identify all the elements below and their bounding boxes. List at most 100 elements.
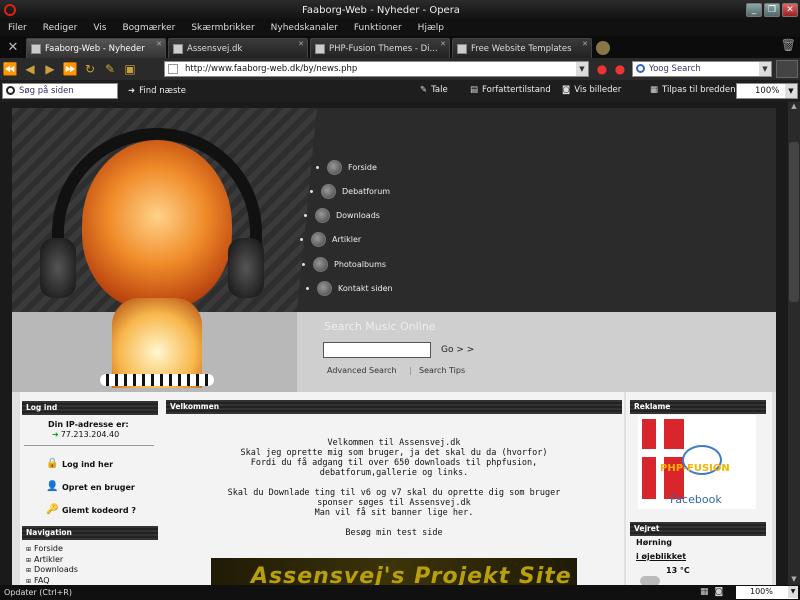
tab-templates[interactable]: Free Website Templates ✕ xyxy=(452,38,592,58)
page-icon xyxy=(31,43,41,54)
menu-file[interactable]: Filer xyxy=(0,23,35,33)
address-dropdown-icon[interactable]: ▼ xyxy=(576,62,588,76)
document-icon: ▤ xyxy=(470,85,479,95)
head-shape xyxy=(82,140,232,310)
nav-link[interactable]: Downloads xyxy=(26,565,78,576)
ip-address: 77.213.204.40 xyxy=(60,430,120,439)
close-button[interactable]: ✕ xyxy=(782,3,798,17)
zoom-view-icon[interactable] xyxy=(776,60,798,78)
menu-widgets[interactable]: Skærmbrikker xyxy=(183,23,262,33)
menu-help[interactable]: Hjælp xyxy=(410,23,452,33)
search-field[interactable]: Yoog Search ▼ xyxy=(632,61,772,77)
back-icon[interactable]: ◀ xyxy=(20,60,40,78)
login-link-label: Log ind her xyxy=(62,459,114,469)
search-dropdown-icon[interactable]: ▼ xyxy=(759,62,771,76)
edit-icon[interactable]: ✎ xyxy=(100,60,120,78)
register-link[interactable]: 👤 Opret en bruger xyxy=(46,481,135,493)
tab-assensvej[interactable]: Assensvej.dk ✕ xyxy=(168,38,308,58)
nav-ball-icon xyxy=(327,160,342,175)
vertical-scrollbar[interactable]: ▲ ▼ xyxy=(788,102,800,585)
music-search-input[interactable] xyxy=(323,342,431,358)
nav-link[interactable]: Forside xyxy=(26,544,78,555)
site-nav-forside[interactable]: Forside xyxy=(316,160,377,175)
weather-panel-header: Vejret xyxy=(630,522,766,536)
opera-link-icon[interactable]: ● xyxy=(592,60,612,78)
fit-width-button[interactable]: ▦ Tilpas til bredden xyxy=(650,85,736,95)
nav-ball-icon xyxy=(321,184,336,199)
new-tab-button[interactable] xyxy=(596,41,610,55)
separator: | xyxy=(409,366,412,375)
forgot-link-label: Glemt kodeord ? xyxy=(62,505,137,515)
tab-close-icon[interactable]: ✕ xyxy=(440,40,446,48)
rewind-icon[interactable]: ⏪ xyxy=(0,60,20,78)
site-nav-artikler[interactable]: Artikler xyxy=(300,232,361,247)
site-nav-kontakt[interactable]: Kontakt siden xyxy=(306,281,393,296)
trash-icon[interactable]: 🗑 xyxy=(781,38,796,52)
search-tips-link[interactable]: Search Tips xyxy=(419,366,465,375)
tab-close-icon[interactable]: ✕ xyxy=(156,40,162,48)
nav-link[interactable]: Artikler xyxy=(26,555,78,566)
find-in-page-field[interactable]: Søg på siden xyxy=(2,83,118,99)
weather-now-link[interactable]: i øjeblikket xyxy=(636,552,686,561)
project-site-banner[interactable]: Assensvej's Projekt Site xyxy=(211,558,577,585)
show-images-button[interactable]: ◙ Vis billeder xyxy=(562,85,621,95)
title-bar: Faaborg-Web - Nyheder - Opera _ ❐ ✕ xyxy=(0,0,800,20)
forward-icon[interactable]: ▶ xyxy=(40,60,60,78)
scroll-thumb[interactable] xyxy=(789,142,799,302)
zoom-dropdown-icon[interactable]: ▼ xyxy=(785,84,797,98)
maximize-button[interactable]: ❐ xyxy=(764,3,780,17)
minimize-button[interactable]: _ xyxy=(746,3,762,17)
fast-forward-icon[interactable]: ⏩ xyxy=(60,60,80,78)
site-nav-debatforum[interactable]: Debatforum xyxy=(310,184,390,199)
welcome-line: Man vil få sit banner lige her. xyxy=(314,508,474,518)
test-site-link[interactable]: Besøg min test side xyxy=(166,528,622,538)
lock-icon: 🔒 xyxy=(46,458,59,469)
author-mode-button[interactable]: ▤ Forfattertilstand xyxy=(470,85,551,95)
nav-link[interactable]: FAQ xyxy=(26,576,78,586)
menu-feeds[interactable]: Nyhedskanaler xyxy=(263,23,346,33)
find-next-label: Find næste xyxy=(139,86,186,96)
go-button[interactable]: Go > > xyxy=(441,345,474,355)
tab-faaborg[interactable]: Faaborg-Web - Nyheder ✕ xyxy=(26,38,166,58)
menu-bookmarks[interactable]: Bogmærker xyxy=(114,23,183,33)
menu-edit[interactable]: Rediger xyxy=(35,23,86,33)
zoom-dropdown-icon[interactable]: ▼ xyxy=(788,586,798,598)
weather-temperature: 13 °C xyxy=(666,566,690,575)
find-next-button[interactable]: ➜ Find næste xyxy=(128,86,186,96)
login-link[interactable]: 🔒 Log ind her xyxy=(46,458,113,470)
home-icon[interactable]: ▣ xyxy=(120,60,140,78)
scroll-up-icon[interactable]: ▲ xyxy=(788,102,800,112)
tab-close-icon[interactable]: ✕ xyxy=(582,40,588,48)
tab-phpfusion[interactable]: PHP-Fusion Themes - Di... ✕ xyxy=(310,38,450,58)
divider xyxy=(24,445,154,446)
tab-close-icon[interactable]: ✕ xyxy=(298,40,304,48)
welcome-line: sponser søges til Assensvej.dk xyxy=(317,498,471,508)
navigation-list: Forside Artikler Downloads FAQ xyxy=(26,544,78,585)
site-nav-downloads[interactable]: Downloads xyxy=(304,208,380,223)
bullet-icon xyxy=(302,263,305,266)
status-zoom-select[interactable]: 100% ▼ xyxy=(736,586,798,599)
ip-value: ➜ 77.213.204.40 xyxy=(52,430,119,439)
scroll-down-icon[interactable]: ▼ xyxy=(788,575,800,585)
menu-tools[interactable]: Funktioner xyxy=(346,23,410,33)
nav-ball-icon xyxy=(313,257,328,272)
forgot-password-link[interactable]: 🔑 Glemt kodeord ? xyxy=(46,504,136,516)
site-nav-photoalbums[interactable]: Photoalbums xyxy=(302,257,386,272)
feed-icon[interactable]: ● xyxy=(610,60,630,78)
zoom-select[interactable]: 100% ▼ xyxy=(736,83,798,99)
advanced-search-link[interactable]: Advanced Search xyxy=(327,366,397,375)
address-field[interactable]: http://www.faaborg-web.dk/by/news.php ▼ xyxy=(164,61,589,77)
opera-logo-icon[interactable] xyxy=(4,4,16,16)
printer-icon[interactable]: ▦ xyxy=(700,587,709,597)
key-icon: 🔑 xyxy=(46,504,59,515)
reload-icon[interactable]: ↻ xyxy=(80,60,100,78)
welcome-panel-header: Velkommen xyxy=(166,400,622,414)
cloud-icon xyxy=(640,576,660,585)
phpfusion-facebook-ad[interactable]: PHP-FUSION Facebook xyxy=(638,415,756,509)
tools-icon[interactable]: ✕ xyxy=(0,36,26,58)
arrow-right-icon: ➜ xyxy=(52,430,59,439)
speak-button[interactable]: ✎ Tale xyxy=(420,85,448,95)
ip-label: Din IP-adresse er: xyxy=(48,420,129,429)
camera-icon[interactable]: ◙ xyxy=(715,587,724,597)
menu-view[interactable]: Vis xyxy=(85,23,114,33)
